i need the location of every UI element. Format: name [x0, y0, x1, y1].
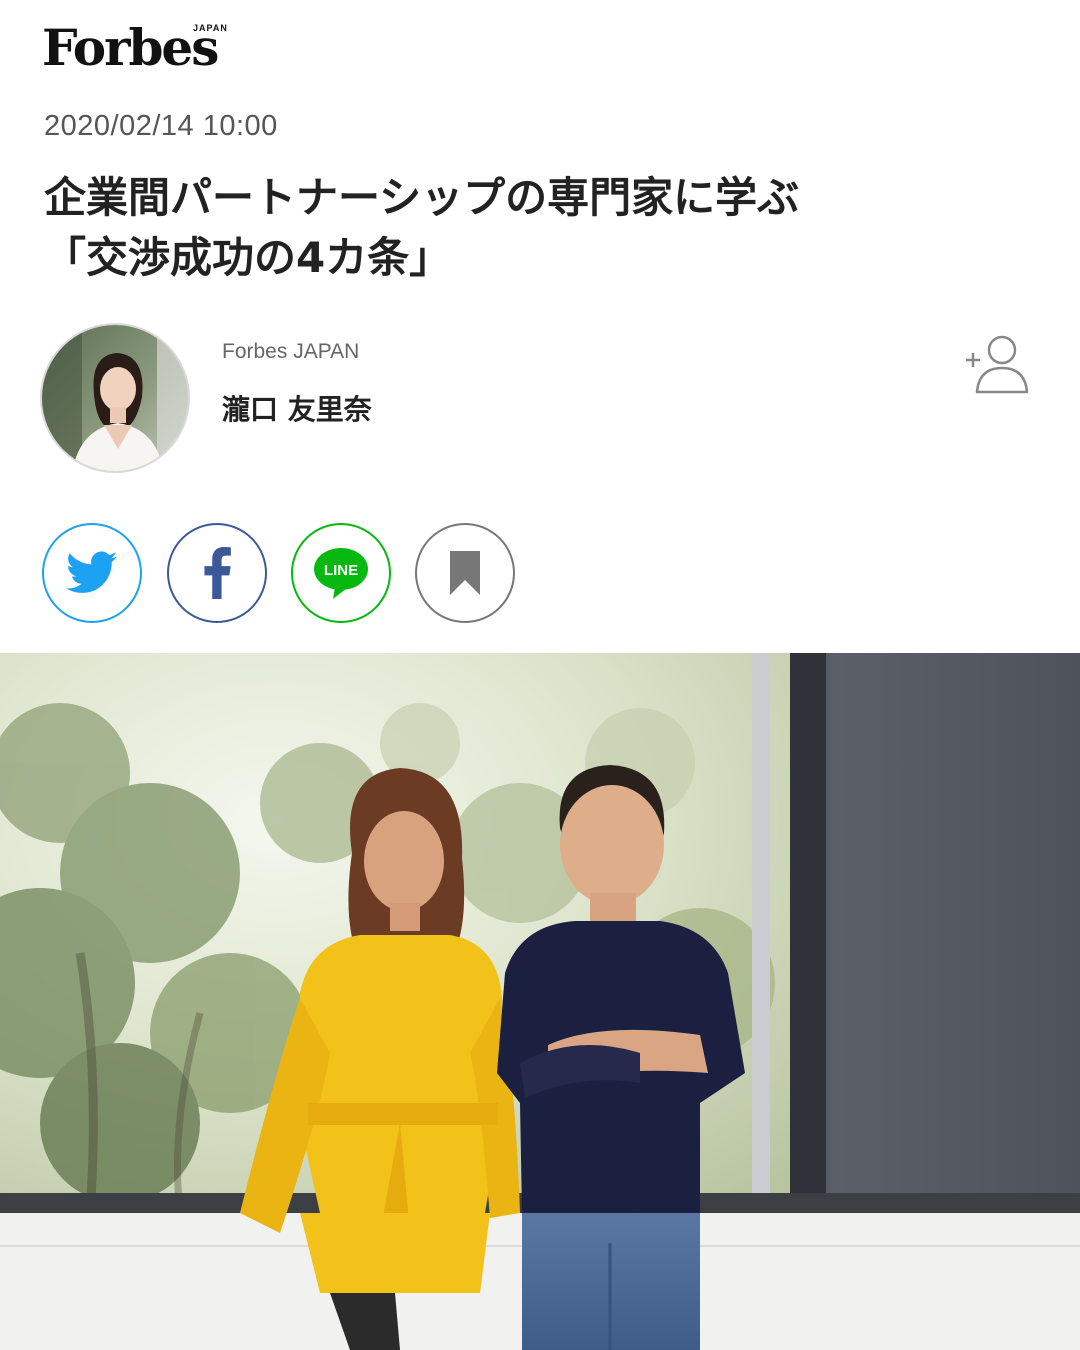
- author-photo: [42, 325, 188, 471]
- bookmark-button[interactable]: [415, 523, 515, 623]
- facebook-f-icon: [204, 547, 231, 599]
- author-avatar[interactable]: [40, 323, 190, 473]
- forbes-logo[interactable]: Forbes JAPAN: [42, 18, 242, 78]
- article-date: 2020/02/14 10:00: [44, 110, 278, 142]
- hero-photo: [0, 653, 1080, 1350]
- share-facebook-button[interactable]: [167, 523, 267, 623]
- share-bar: LINE: [42, 523, 522, 625]
- follow-author-button[interactable]: [960, 330, 1032, 398]
- article-title-line-1: 企業間パートナーシップの専門家に学ぶ: [44, 173, 800, 222]
- line-label: LINE: [324, 562, 358, 579]
- twitter-bird-icon: [66, 551, 118, 593]
- add-person-icon: [966, 335, 1029, 394]
- bookmark-icon: [450, 551, 480, 595]
- article-title-line-2: 「交渉成功の4カ条」: [44, 233, 452, 282]
- hero-photo-graphic: [0, 653, 1080, 1350]
- logo-wordmark: Forbes: [42, 18, 219, 77]
- share-line-button[interactable]: LINE: [291, 523, 391, 623]
- share-twitter-button[interactable]: [42, 523, 142, 623]
- line-bubble-icon: LINE: [314, 548, 368, 599]
- logo-subtitle: JAPAN: [193, 23, 228, 33]
- author-name[interactable]: 瀧口 友里奈: [222, 388, 372, 428]
- article-title: 企業間パートナーシップの専門家に学ぶ 「交渉成功の4カ条」: [44, 168, 1004, 288]
- author-publication: Forbes JAPAN: [222, 340, 360, 363]
